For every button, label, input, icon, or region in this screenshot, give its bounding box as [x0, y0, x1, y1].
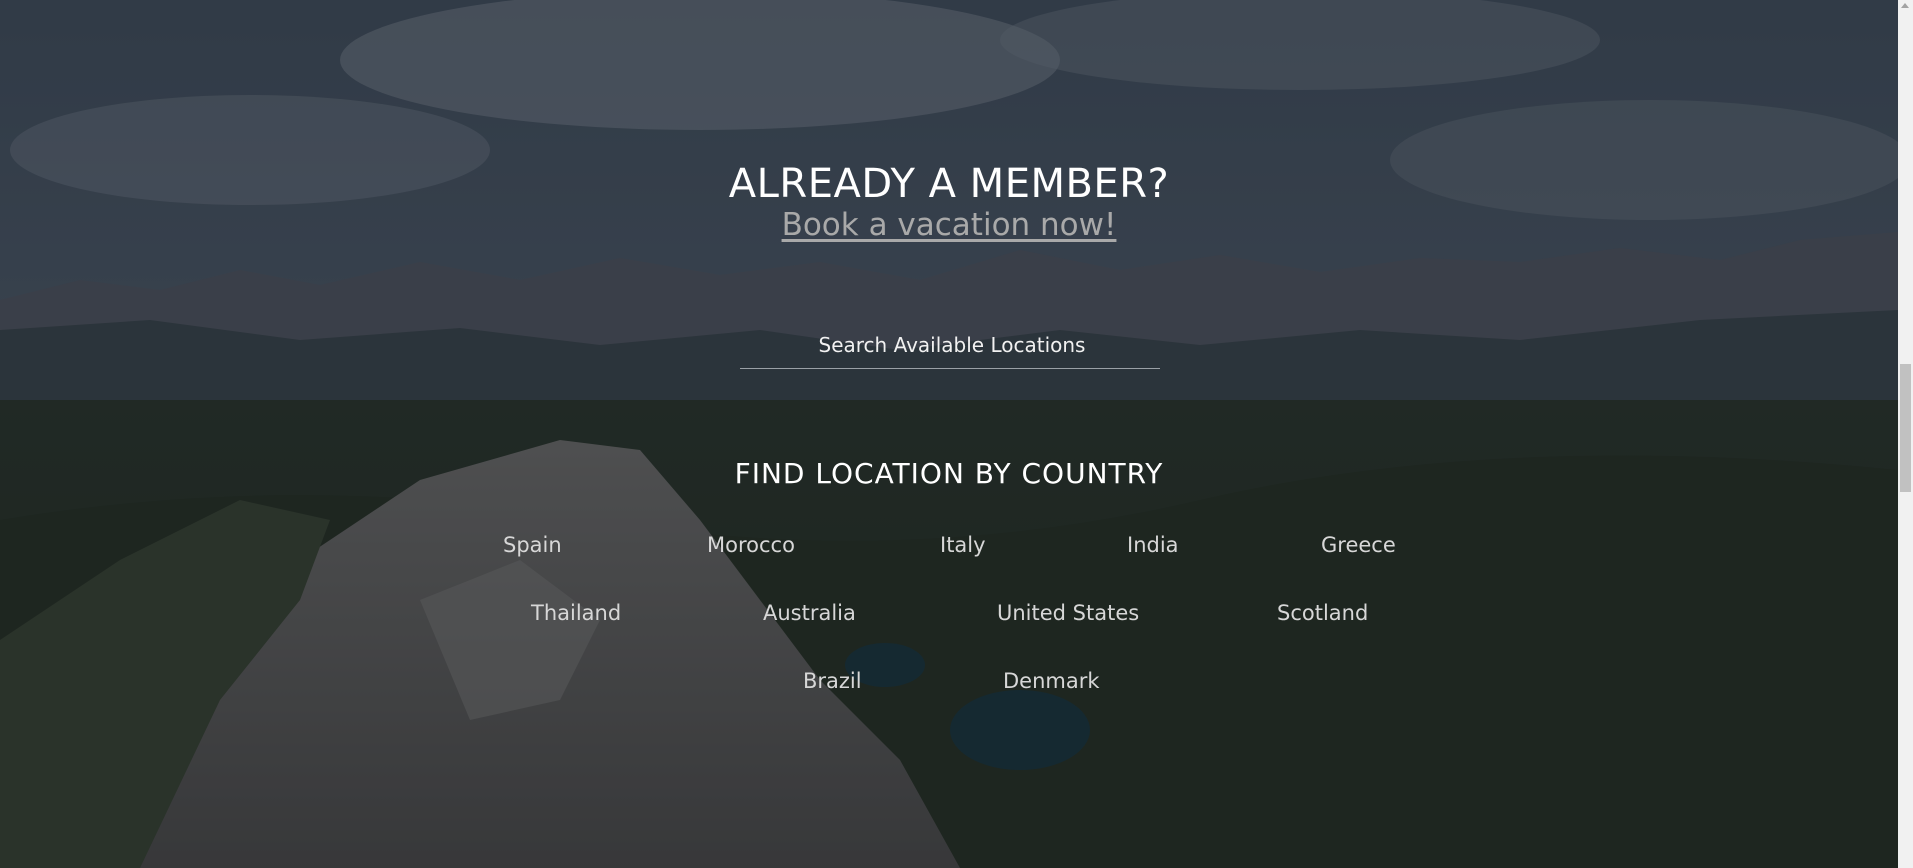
country-link-united-states[interactable]: United States: [997, 599, 1139, 627]
page: ALREADY A MEMBER? Book a vacation now! F…: [0, 0, 1913, 868]
country-link-denmark[interactable]: Denmark: [1003, 667, 1100, 695]
country-link-italy[interactable]: Italy: [940, 531, 986, 559]
member-section: ALREADY A MEMBER? Book a vacation now! F…: [0, 0, 1898, 868]
country-link-greece[interactable]: Greece: [1321, 531, 1396, 559]
scroll-up-arrow-icon[interactable]: [1901, 3, 1909, 8]
country-link-australia[interactable]: Australia: [763, 599, 856, 627]
country-link-spain[interactable]: Spain: [503, 531, 562, 559]
vertical-scrollbar[interactable]: [1898, 0, 1913, 868]
scrollbar-thumb[interactable]: [1900, 364, 1911, 492]
country-link-morocco[interactable]: Morocco: [707, 531, 795, 559]
country-link-scotland[interactable]: Scotland: [1277, 599, 1368, 627]
search-field: [740, 324, 1164, 369]
book-vacation-link[interactable]: Book a vacation now!: [782, 207, 1117, 243]
country-section-title: FIND LOCATION BY COUNTRY: [734, 457, 1164, 490]
country-link-thailand[interactable]: Thailand: [531, 599, 621, 627]
search-input[interactable]: [740, 324, 1164, 366]
country-link-india[interactable]: India: [1127, 531, 1179, 559]
country-link-brazil[interactable]: Brazil: [803, 667, 862, 695]
page-title: ALREADY A MEMBER?: [728, 161, 1170, 207]
book-vacation-link-wrap: Book a vacation now!: [0, 204, 1898, 246]
